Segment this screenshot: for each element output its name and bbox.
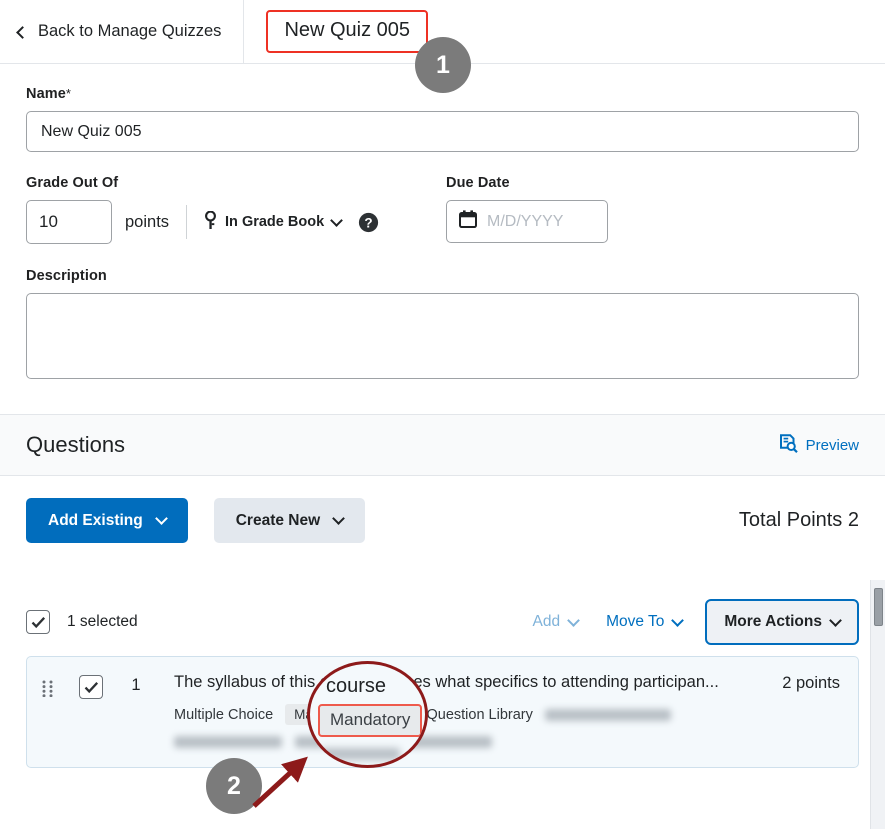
create-new-label: Create New xyxy=(235,511,321,529)
question-redacted-line xyxy=(174,736,764,748)
preview-label: Preview xyxy=(805,436,859,454)
checkmark-icon xyxy=(84,681,98,693)
chevron-down-icon xyxy=(671,613,685,627)
more-actions-dropdown[interactable]: More Actions xyxy=(705,599,859,645)
question-type-label: Multiple Choice xyxy=(174,706,274,723)
add-existing-label: Add Existing xyxy=(48,511,143,529)
description-editor[interactable] xyxy=(26,293,859,379)
chevron-down-icon xyxy=(567,613,580,627)
questions-action-bar: Add Existing Create New Total Points 2 xyxy=(0,476,885,543)
chevron-down-icon xyxy=(330,213,344,227)
help-circle-icon[interactable]: ? xyxy=(358,212,379,233)
magnified-word: course xyxy=(326,675,387,697)
select-all-checkbox[interactable] xyxy=(26,610,50,634)
grade-out-of-input[interactable] xyxy=(26,200,112,244)
due-date-placeholder: M/D/YYYY xyxy=(487,212,564,230)
divider xyxy=(186,205,188,239)
redacted-text xyxy=(320,748,400,760)
grade-controls: points In Grade Book xyxy=(26,200,446,244)
calendar-icon xyxy=(459,210,477,233)
scrollbar-thumb[interactable] xyxy=(874,588,883,626)
magnified-mandatory-badge: Mandatory xyxy=(318,704,423,737)
grade-due-row: Grade Out Of points In Grade xyxy=(26,175,859,244)
drag-handle-icon[interactable] xyxy=(42,673,56,767)
quiz-name-input[interactable] xyxy=(26,111,859,152)
total-points-label: Total Points 2 xyxy=(738,509,859,531)
create-new-button[interactable]: Create New xyxy=(213,498,366,543)
due-date-input[interactable]: M/D/YYYY xyxy=(446,200,608,243)
question-row[interactable]: 1 The syllabus of this course outlines w… xyxy=(26,656,859,768)
annotation-badge-1: 1 xyxy=(415,37,471,93)
add-existing-button[interactable]: Add Existing xyxy=(26,498,188,543)
selection-actions: Add Move To More Actions xyxy=(518,599,859,645)
back-to-manage-quizzes-link[interactable]: Back to Manage Quizzes xyxy=(0,0,245,63)
quiz-settings-form: Name* Grade Out Of points xyxy=(0,64,885,379)
redacted-text xyxy=(174,736,282,748)
points-unit-label: points xyxy=(125,212,170,231)
document-search-icon xyxy=(779,433,798,457)
selected-count-label: 1 selected xyxy=(67,613,138,630)
add-dropdown[interactable]: Add xyxy=(518,613,592,631)
key-icon xyxy=(204,210,217,234)
question-text: The syllabus of this course outlines wha… xyxy=(174,673,719,691)
add-dropdown-label: Add xyxy=(532,613,561,630)
quiz-tab-container: New Quiz 005 xyxy=(244,0,429,63)
redacted-text xyxy=(544,708,671,721)
description-label: Description xyxy=(26,268,107,284)
question-points: 2 points xyxy=(782,674,840,692)
question-meta: Multiple Choice Mandatory Also in Questi… xyxy=(174,704,764,725)
required-asterisk: * xyxy=(65,86,72,101)
svg-text:?: ? xyxy=(365,215,373,230)
questions-section-header: Questions Preview xyxy=(0,414,885,476)
selection-toolbar: 1 selected Add Move To More Actions xyxy=(0,596,885,648)
annotation-arrow-icon xyxy=(252,756,308,808)
grade-out-of-label: Grade Out Of xyxy=(26,175,119,191)
move-to-label: Move To xyxy=(606,613,665,630)
question-number: 1 xyxy=(131,676,141,694)
quiz-title-tab[interactable]: New Quiz 005 xyxy=(266,10,429,53)
quiz-editor-page: Back to Manage Quizzes New Quiz 005 Name… xyxy=(0,0,885,829)
move-to-dropdown[interactable]: Move To xyxy=(592,613,696,631)
chevron-down-icon xyxy=(332,512,346,525)
back-link-label: Back to Manage Quizzes xyxy=(38,22,222,40)
description-group: Description xyxy=(26,268,859,379)
preview-link[interactable]: Preview xyxy=(779,433,859,457)
more-actions-label: More Actions xyxy=(724,613,822,630)
due-date-group: Due Date M/D/YYYY xyxy=(446,175,859,244)
chevron-left-icon xyxy=(16,25,29,39)
chevron-down-icon xyxy=(829,613,842,627)
in-grade-book-dropdown[interactable]: In Grade Book xyxy=(204,210,344,234)
question-select-checkbox[interactable] xyxy=(79,675,103,699)
name-label-text: Name xyxy=(26,86,66,102)
chevron-down-icon xyxy=(154,512,168,525)
annotation-magnifier-circle: course Mandatory xyxy=(307,661,428,768)
due-date-label: Due Date xyxy=(446,175,510,191)
vertical-scrollbar[interactable] xyxy=(870,580,885,829)
checkmark-icon xyxy=(31,616,45,628)
questions-title: Questions xyxy=(26,432,126,457)
in-grade-book-label: In Grade Book xyxy=(225,214,325,230)
grade-out-of-group: Grade Out Of points In Grade xyxy=(26,175,446,244)
